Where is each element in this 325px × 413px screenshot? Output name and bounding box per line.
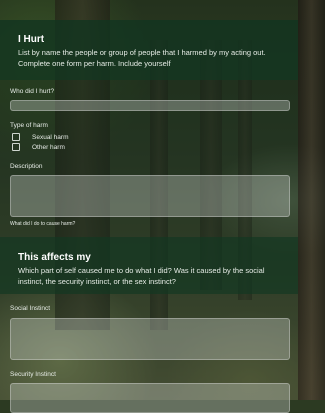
description-textarea[interactable]	[10, 175, 290, 217]
form-section-harm: Who did I hurt? Type of harm Sexual harm…	[0, 80, 298, 237]
form-header-this-affects: This affects my Which part of self cause…	[0, 237, 298, 294]
type-label: Type of harm	[10, 122, 48, 129]
description-help-text: What did I do to cause harm?	[10, 221, 76, 227]
other-harm-option[interactable]: Other harm	[12, 143, 65, 151]
form-section-instincts: Social Instinct Security Instinct	[0, 294, 298, 413]
form-header-i-hurt: I Hurt List by name the people or group …	[0, 20, 298, 80]
description-label: Description	[10, 163, 43, 170]
who-input[interactable]	[10, 100, 290, 111]
sexual-harm-label: Sexual harm	[32, 133, 69, 141]
sexual-harm-checkbox[interactable]	[12, 133, 20, 141]
who-label: Who did I hurt?	[10, 88, 55, 95]
section-title: This affects my	[18, 252, 91, 263]
social-instinct-textarea[interactable]	[10, 318, 290, 360]
other-harm-checkbox[interactable]	[12, 143, 20, 151]
form-title: I Hurt	[18, 34, 45, 45]
security-instinct-label: Security Instinct	[10, 371, 56, 378]
sexual-harm-option[interactable]: Sexual harm	[12, 133, 69, 141]
other-harm-label: Other harm	[32, 143, 65, 151]
social-instinct-label: Social Instinct	[10, 305, 51, 312]
form-subtitle: List by name the people or group of peop…	[18, 48, 266, 68]
section-subtitle: Which part of self caused me to do what …	[18, 266, 265, 286]
security-instinct-textarea[interactable]	[10, 383, 290, 413]
